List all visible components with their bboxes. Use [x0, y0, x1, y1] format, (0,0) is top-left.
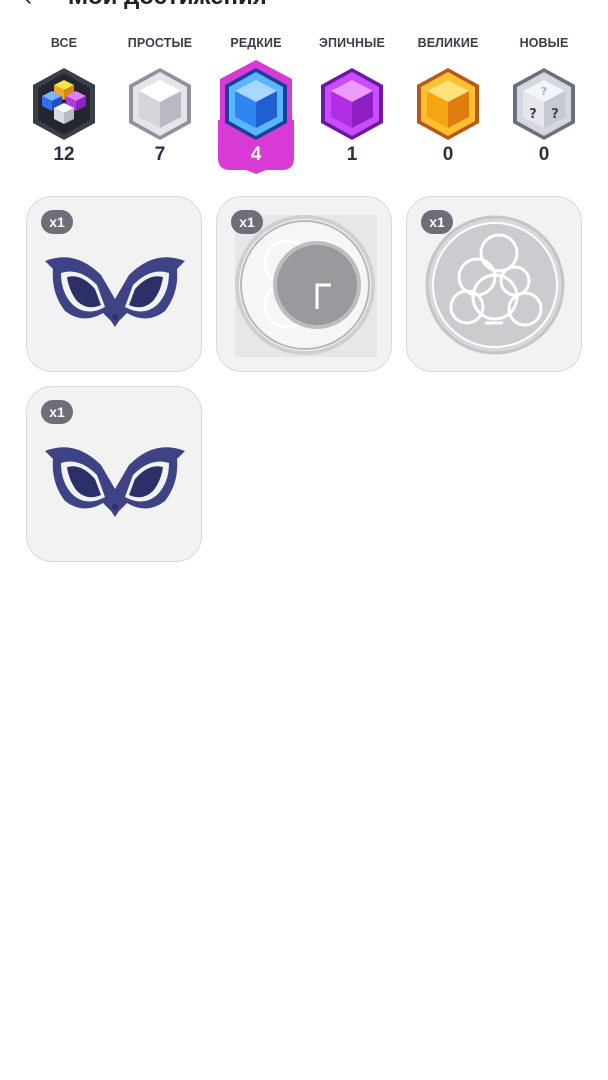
multicolor-cubes-icon — [33, 68, 95, 140]
tab-epic[interactable]: ЭПИЧНЫЕ 1 — [304, 36, 400, 176]
achievement-card[interactable]: x1 — [26, 196, 202, 372]
tab-new[interactable]: НОВЫЕ ? ? ? 0 — [496, 36, 592, 176]
gray-cube-icon — [129, 68, 191, 140]
tab-count: 12 — [53, 144, 75, 165]
tab-great[interactable]: ВЕЛИКИЕ 0 — [400, 36, 496, 176]
tab-label: ПРОСТЫЕ — [127, 36, 193, 50]
tab-count: 0 — [442, 144, 454, 165]
svg-text:?: ? — [541, 85, 547, 98]
quantity-badge: x1 — [421, 210, 453, 234]
svg-text:?: ? — [529, 107, 537, 122]
tab-label: ЭПИЧНЫЕ — [319, 36, 385, 50]
svg-text:?: ? — [551, 107, 559, 122]
achievement-card[interactable]: x1 — [26, 386, 202, 562]
tab-simple[interactable]: ПРОСТЫЕ 7 — [112, 36, 208, 176]
tab-count: 7 — [154, 144, 166, 165]
rarity-tabs: ВСЕ 12 ПРОСТЫЕ 7 РЕДКИЕ 4 ЭПИЧНЫЕ 1 ВЕЛИ… — [16, 36, 592, 176]
header: ‹ Мои достижения — [0, 0, 608, 12]
tab-label: ВСЕ — [50, 36, 78, 50]
quantity-badge: x1 — [41, 400, 73, 424]
tab-count: 1 — [346, 144, 358, 165]
quantity-badge: x1 — [231, 210, 263, 234]
mystery-cube-icon: ? ? ? — [513, 68, 575, 140]
quantity-badge: x1 — [41, 210, 73, 234]
achievement-card[interactable]: x1 — [216, 196, 392, 372]
tab-label: РЕДКИЕ — [230, 36, 282, 50]
achievement-card[interactable]: x1 — [406, 196, 582, 372]
tab-count: 0 — [538, 144, 550, 165]
tab-label: ВЕЛИКИЕ — [417, 36, 479, 50]
tab-rare[interactable]: РЕДКИЕ 4 — [208, 36, 304, 176]
blue-cube-icon — [225, 68, 287, 140]
chevron-left-icon[interactable]: ‹ — [24, 0, 32, 10]
gold-cube-icon — [417, 68, 479, 140]
tab-label: НОВЫЕ — [519, 36, 569, 50]
tab-all[interactable]: ВСЕ 12 — [16, 36, 112, 176]
purple-cube-icon — [321, 68, 383, 140]
tab-count: 4 — [250, 144, 262, 165]
page-title: Мои достижения — [68, 0, 267, 10]
